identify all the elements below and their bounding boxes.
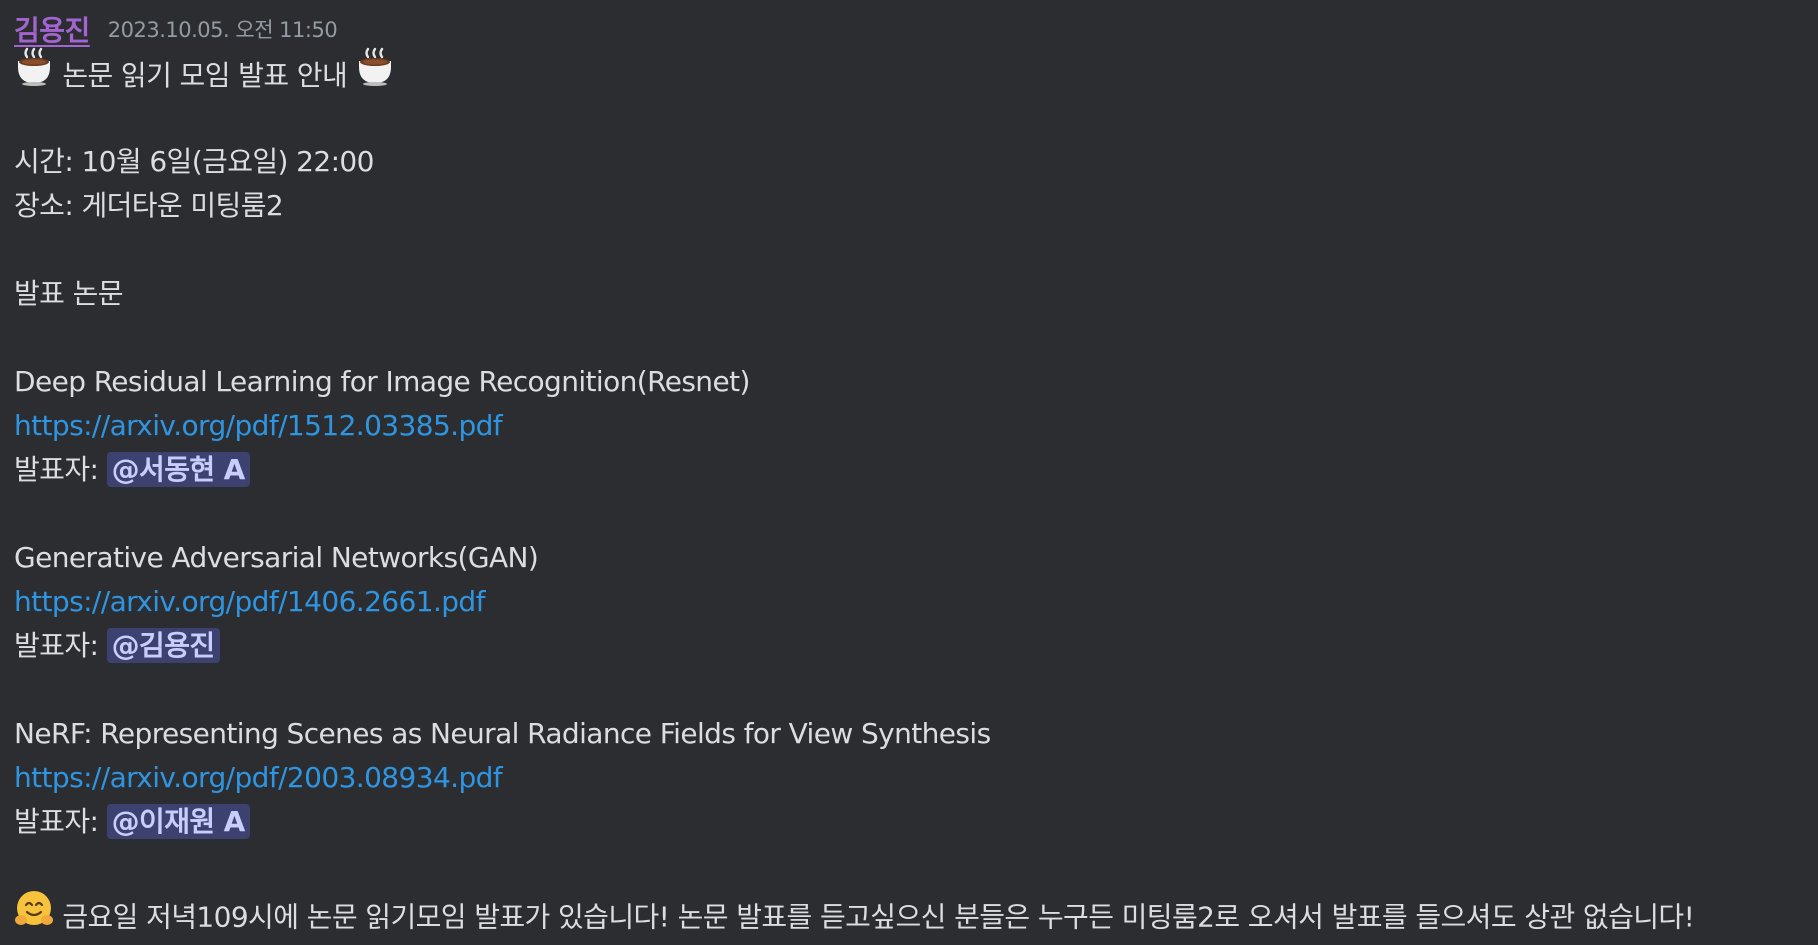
hugging-face-icon (14, 889, 54, 942)
message-timestamp: 2023.10.05. 오전 11:50 (107, 18, 338, 42)
closing-line: 금요일 저녁109시에 논문 읽기모임 발표가 있습니다! 논문 발표를 듣고싶… (14, 891, 1814, 936)
chat-message: 김용진 2023.10.05. 오전 11:50 논문 읽기 모임 발표 안내 (14, 6, 1814, 936)
meeting-place: 장소: 게더타운 미팅룸2 (14, 189, 284, 222)
presenter-label: 발표자: (14, 453, 99, 486)
presenter-line: 발표자: @서동현 A (14, 448, 1814, 492)
user-mention[interactable]: @서동현 A (106, 452, 250, 487)
user-mention[interactable]: @김용진 (106, 628, 220, 663)
author-name[interactable]: 김용진 (14, 9, 90, 49)
section-heading: 발표 논문 (14, 277, 124, 310)
meeting-time: 시간: 10월 6일(금요일) 22:00 (14, 145, 374, 178)
closing-text: 금요일 저녁109시에 논문 읽기모임 발표가 있습니다! 논문 발표를 듣고싶… (62, 900, 1695, 934)
presenter-label: 발표자: (14, 805, 99, 838)
coffee-cup-icon (355, 47, 395, 101)
paper-link[interactable]: https://arxiv.org/pdf/2003.08934.pdf (14, 761, 503, 794)
announcement-title-text: 논문 읽기 모임 발표 안내 (62, 59, 348, 92)
coffee-cup-icon (14, 47, 54, 101)
paper-title: Generative Adversarial Networks(GAN) (14, 541, 539, 574)
paper-link[interactable]: https://arxiv.org/pdf/1406.2661.pdf (14, 585, 485, 618)
paper-title: NeRF: Representing Scenes as Neural Radi… (14, 717, 991, 750)
user-mention[interactable]: @이재원 A (106, 804, 250, 839)
paper-title: Deep Residual Learning for Image Recogni… (14, 365, 750, 398)
presenter-label: 발표자: (14, 629, 99, 662)
announcement-title: 논문 읽기 모임 발표 안내 (14, 47, 1814, 96)
presenter-line: 발표자: @이재원 A (14, 800, 1814, 844)
message-header: 김용진 2023.10.05. 오전 11:50 (14, 6, 1814, 52)
paper-link[interactable]: https://arxiv.org/pdf/1512.03385.pdf (14, 409, 503, 442)
presenter-line: 발표자: @김용진 (14, 624, 1814, 668)
